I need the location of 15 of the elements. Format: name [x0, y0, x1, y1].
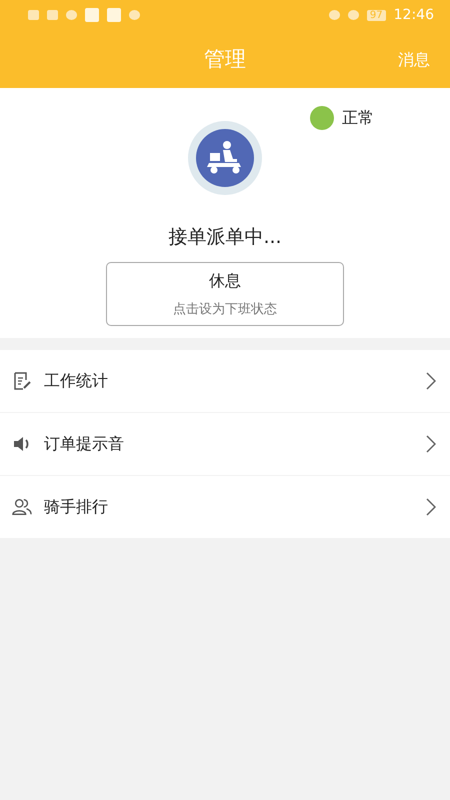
menu-item[interactable]: 骑手排行 [0, 476, 450, 538]
avatar-icon [187, 120, 263, 196]
status-label: 正常 [342, 108, 374, 128]
work-state-text: 接单派单中... [168, 225, 282, 250]
page-title: 管理 [204, 46, 246, 73]
chevron-right-icon [426, 372, 436, 390]
clock-time: 12:46 [394, 7, 434, 23]
people-icon [12, 497, 32, 517]
chevron-right-icon [426, 498, 436, 516]
battery-icon: 97 [366, 10, 386, 20]
notepad-icon [12, 371, 32, 391]
rest-toggle-button[interactable]: 休息 点击设为下班状态 [106, 262, 344, 326]
menu-item[interactable]: 工作统计 [0, 350, 450, 412]
chevron-right-icon [426, 435, 436, 453]
menu-item[interactable]: 订单提示音 [0, 413, 450, 475]
